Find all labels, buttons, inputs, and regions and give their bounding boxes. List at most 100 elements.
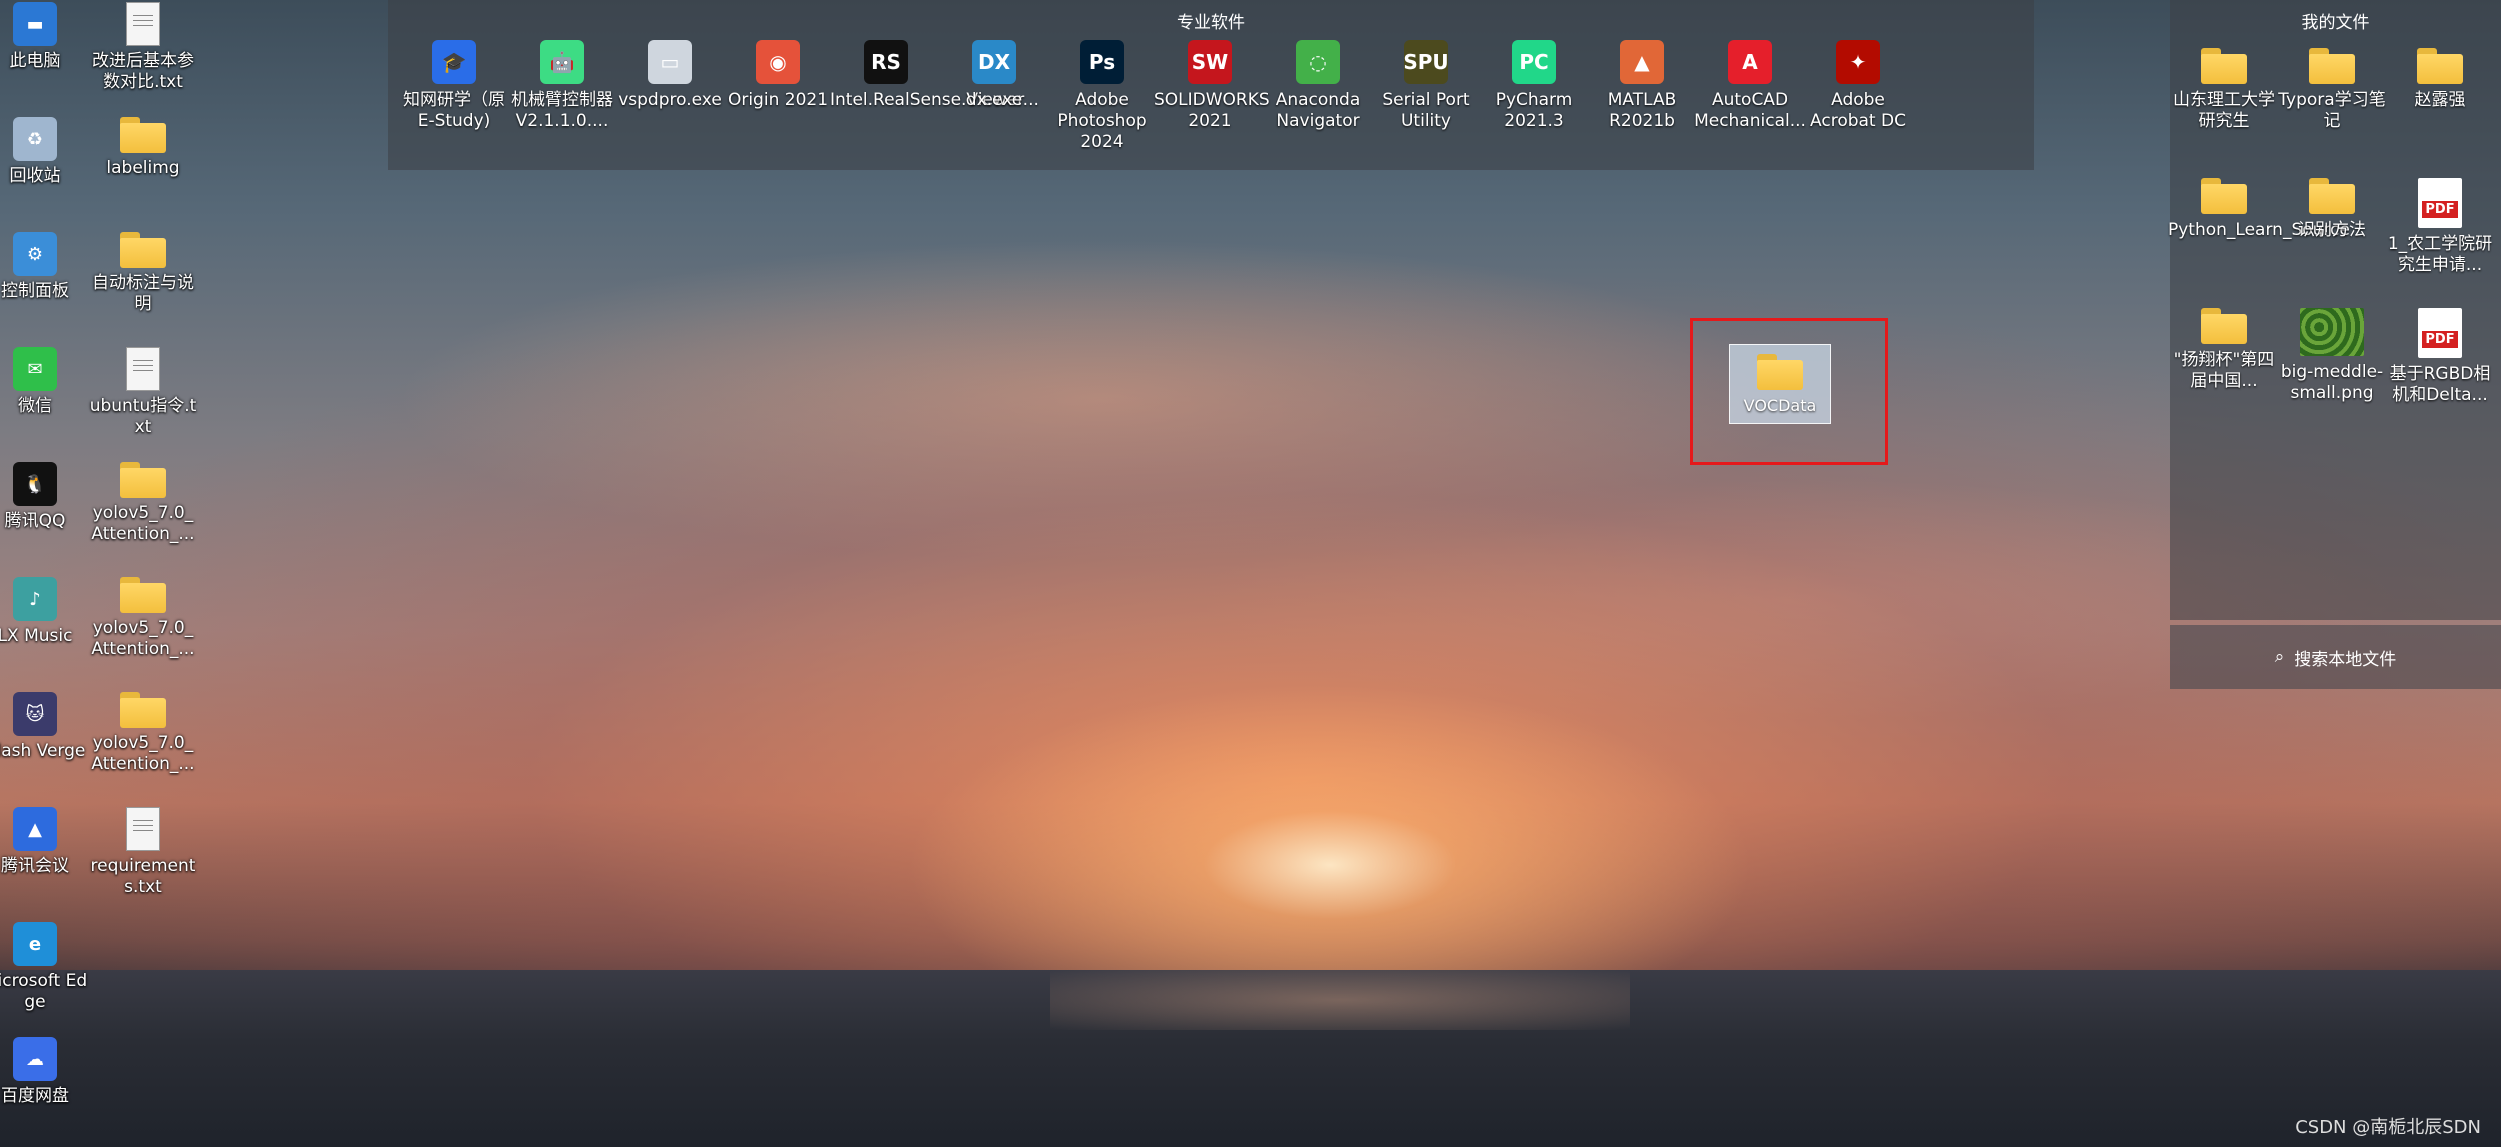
desktop-item[interactable]: yolov5_7.0_Attention_... — [91, 577, 195, 660]
anaconda-icon: ◌ — [1296, 40, 1340, 84]
icon-label: Microsoft Edge — [0, 971, 88, 1012]
file-label: 基于RGBD相机和Delta... — [2389, 364, 2491, 405]
app-shortcut[interactable]: SW SOLIDWORKS 2021 — [1154, 40, 1270, 132]
desktop-icon-wechat[interactable]: ✉ 微信 — [0, 347, 85, 417]
edge-icon: e — [13, 922, 57, 966]
pro-software-group: 专业软件 🎓 知网研学（原E-Study) 🤖 机械臂控制器V2.1.1.0.... ▭… — [388, 0, 2034, 170]
group-title: 我的文件 — [2301, 13, 2370, 33]
file-label: 山东理工大学研究生 — [2173, 90, 2275, 131]
desktop-icon-recycle-bin[interactable]: ♻ 回收站 — [0, 117, 85, 187]
folder-icon — [120, 692, 166, 728]
autocad-icon: A — [1728, 40, 1772, 84]
folder-icon — [120, 462, 166, 498]
watermark: CSDN @南栀北辰SDN — [2295, 1117, 2481, 1138]
folder-icon — [2309, 48, 2355, 84]
desktop-icon-qq-penguin[interactable]: 🐧 腾讯QQ — [0, 462, 85, 532]
icon-label: yolov5_7.0_Attention_... — [91, 733, 195, 774]
desktop-icon-lx-music[interactable]: ♪ LX Music — [0, 577, 85, 647]
control-panel-icon: ⚙ — [13, 232, 57, 276]
app-label: Intel.RealSense.Viewer... — [830, 90, 1039, 110]
icon-label: 腾讯会议 — [1, 856, 69, 876]
icon-label: ubuntu指令.txt — [89, 396, 197, 437]
app-shortcut[interactable]: 🎓 知网研学（原E-Study) — [400, 40, 508, 132]
file-label: Typora学习笔记 — [2278, 90, 2386, 131]
app-shortcut[interactable]: DX dx.exe — [940, 40, 1048, 111]
tencent-meeting-icon: ▲ — [13, 807, 57, 851]
app-label: Origin 2021 — [727, 90, 829, 110]
realsense-icon: RS — [864, 40, 908, 84]
desktop-item[interactable]: ubuntu指令.txt — [90, 347, 196, 438]
app-shortcut[interactable]: SPU Serial Port Utility — [1372, 40, 1480, 132]
folder-icon — [120, 232, 166, 268]
search-label: 搜索本地文件 — [2294, 649, 2397, 670]
solidworks-icon: SW — [1188, 40, 1232, 84]
app-label: AutoCAD Mechanical... — [1694, 90, 1806, 131]
app-shortcut[interactable]: ▲ MATLAB R2021b — [1588, 40, 1696, 132]
folder-icon — [2201, 48, 2247, 84]
pdf-icon: PDF — [2418, 308, 2462, 358]
icon-label: 此电脑 — [9, 51, 61, 71]
app-shortcut[interactable]: PC PyCharm 2021.3 — [1480, 40, 1588, 132]
cnki-icon: 🎓 — [432, 40, 476, 84]
folder-icon — [2417, 48, 2463, 84]
desktop-item[interactable]: 改进后基本参数对比.txt — [92, 2, 194, 93]
app-shortcut[interactable]: A AutoCAD Mechanical... — [1694, 40, 1806, 132]
file-item[interactable]: Python_Learn_Source — [2168, 178, 2350, 241]
file-label: 识别方法 — [2298, 220, 2366, 240]
icon-label: 改进后基本参数对比.txt — [92, 51, 194, 92]
app-shortcut[interactable]: RS Intel.RealSense.Viewer... — [830, 40, 1039, 111]
dx-icon: DX — [972, 40, 1016, 84]
app-shortcut[interactable]: Ps Adobe Photoshop 2024 — [1048, 40, 1156, 153]
text-file-icon — [126, 347, 160, 391]
file-item[interactable]: PDF 基于RGBD相机和Delta... — [2386, 308, 2494, 406]
desktop-item[interactable]: yolov5_7.0_Attention_... — [91, 692, 195, 775]
file-label: "扬翔杯"第四届中国... — [2173, 350, 2275, 391]
app-shortcut[interactable]: ✦ Adobe Acrobat DC — [1804, 40, 1912, 132]
folder-icon — [2309, 178, 2355, 214]
file-item[interactable]: 山东理工大学研究生 — [2170, 48, 2278, 132]
desktop-icon-control-panel[interactable]: ⚙ 控制面板 — [0, 232, 85, 302]
file-label: 赵露强 — [2414, 90, 2466, 110]
file-item[interactable]: big-meddle-small.png — [2278, 308, 2386, 404]
file-item[interactable]: "扬翔杯"第四届中国... — [2170, 308, 2278, 392]
desktop-icon-monitor[interactable]: ▬ 此电脑 — [0, 2, 85, 72]
desktop-item[interactable]: labelimg — [93, 117, 193, 179]
app-label: Adobe Acrobat DC — [1810, 90, 1906, 131]
desktop-icon-clash-cat[interactable]: 🐱 Clash Verge — [0, 692, 85, 762]
desktop-icon-tencent-meeting[interactable]: ▲ 腾讯会议 — [0, 807, 85, 877]
desktop-item[interactable]: 自动标注与说明 — [92, 232, 194, 315]
folder-icon — [2201, 308, 2247, 344]
app-label: SOLIDWORKS 2021 — [1154, 90, 1270, 131]
file-item[interactable]: 识别方法 — [2278, 178, 2386, 241]
printer-icon: ▭ — [648, 40, 692, 84]
app-shortcut[interactable]: ▭ vspdpro.exe — [616, 40, 724, 111]
file-item[interactable]: PDF 1_农工学院研究生申请... — [2386, 178, 2494, 276]
app-label: 机械臂控制器V2.1.1.0.... — [511, 90, 613, 131]
app-shortcut[interactable]: 🤖 机械臂控制器V2.1.1.0.... — [508, 40, 616, 132]
group-title: 专业软件 — [1177, 13, 1245, 33]
search-local-files-button[interactable]: ⌕ 搜索本地文件 — [2170, 625, 2501, 689]
desktop-icon-baidu-netdisk[interactable]: ☁ 百度网盘 — [0, 1037, 85, 1107]
pycharm-icon: PC — [1512, 40, 1556, 84]
desktop-icon-edge[interactable]: e Microsoft Edge — [0, 922, 87, 1013]
pdf-badge: PDF — [2422, 331, 2458, 348]
file-item[interactable]: Typora学习笔记 — [2278, 48, 2386, 132]
app-shortcut[interactable]: ◉ Origin 2021 — [724, 40, 832, 111]
file-label: Python_Learn_Source — [2168, 220, 2350, 240]
desktop-item[interactable]: yolov5_7.0_Attention_... — [91, 462, 195, 545]
search-icon: ⌕ — [2274, 647, 2285, 667]
matlab-icon: ▲ — [1620, 40, 1664, 84]
desktop-item[interactable]: requirements.txt — [91, 807, 195, 898]
file-label: 1_农工学院研究生申请... — [2387, 234, 2493, 275]
file-label: big-meddle-small.png — [2280, 362, 2384, 403]
my-files-group: 我的文件 山东理工大学研究生 Typora学习笔记 赵露强 Python_Learn_… — [2168, 0, 2501, 620]
icon-label: yolov5_7.0_Attention_... — [91, 503, 195, 544]
text-file-icon — [126, 807, 160, 851]
voc-data-folder[interactable]: VOCData — [1729, 344, 1831, 424]
file-item[interactable]: 赵露强 — [2386, 48, 2494, 111]
app-shortcut[interactable]: ◌ Anaconda Navigator — [1264, 40, 1372, 132]
folder-icon — [120, 117, 166, 153]
icon-label: labelimg — [106, 158, 180, 178]
clash-cat-icon: 🐱 — [13, 692, 57, 736]
lx-music-icon: ♪ — [13, 577, 57, 621]
